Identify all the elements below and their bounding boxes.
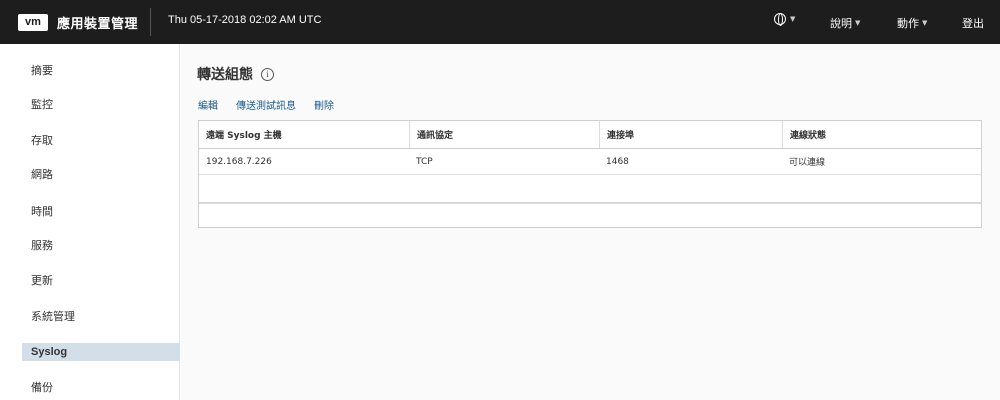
cell-remote-host: 192.168.7.226 [206,156,272,167]
chevron-down-icon: ▼ [790,15,796,23]
sidebar-item-update[interactable]: 更新 [22,272,180,290]
help-menu[interactable]: 說明 ▼ [830,15,860,31]
column-header-remote-host[interactable]: 遠端 Syslog 主機 [199,121,409,148]
column-header-protocol[interactable]: 通訊協定 [409,121,599,148]
help-menu-label: 說明 [830,17,852,30]
page-title-text: 轉送組態 [197,67,253,83]
chevron-down-icon: ▼ [922,19,928,27]
header-divider [150,8,151,36]
language-menu[interactable]: ▼ [774,13,796,26]
column-header-port[interactable]: 連接埠 [599,121,782,148]
cell-protocol: TCP [416,156,433,167]
sidebar-nav: 摘要 監控 存取 網路 時間 服務 更新 系統管理 Syslog 備份 [0,44,180,400]
table-row[interactable]: 192.168.7.226 TCP 1468 可以連線 [199,149,981,175]
cell-status: 可以連線 [789,158,826,168]
syslog-grid: 遠端 Syslog 主機 通訊協定 連接埠 連線狀態 192.168.7.226… [198,120,982,228]
grid-header: 遠端 Syslog 主機 通訊協定 連接埠 連線狀態 [199,121,981,149]
logout-link[interactable]: 登出 [962,15,984,31]
page-title: 轉送組態 i [197,64,274,84]
sidebar-item-services[interactable]: 服務 [22,237,180,255]
sidebar-item-syslog[interactable]: Syslog [22,343,180,361]
app-title: 應用裝置管理 [57,16,139,32]
header-datetime: Thu 05-17-2018 02:02 AM UTC [168,14,322,26]
actions-menu-label: 動作 [897,17,919,30]
sidebar-item-backup[interactable]: 備份 [22,379,180,397]
sidebar-item-monitor[interactable]: 監控 [22,96,180,114]
info-icon[interactable]: i [261,67,274,81]
top-header: vm 應用裝置管理 Thu 05-17-2018 02:02 AM UTC ▼ … [0,0,1000,44]
main-content: 轉送組態 i 編輯 傳送測試訊息 刪除 遠端 Syslog 主機 通訊協定 連接… [181,44,1000,400]
globe-icon [774,13,786,26]
actions-menu[interactable]: 動作 ▼ [897,15,927,31]
sidebar-item-network[interactable]: 網路 [22,166,180,184]
chevron-down-icon: ▼ [855,19,861,27]
edit-button[interactable]: 編輯 [198,97,218,112]
vmware-logo: vm [18,13,48,31]
cell-port: 1468 [606,156,629,167]
sidebar-item-summary[interactable]: 摘要 [22,62,180,80]
delete-button[interactable]: 刪除 [314,97,334,112]
grid-footer [199,203,981,229]
send-test-message-button[interactable]: 傳送測試訊息 [236,97,296,112]
action-toolbar: 編輯 傳送測試訊息 刪除 [198,97,352,112]
sidebar-item-access[interactable]: 存取 [22,132,180,150]
column-header-status[interactable]: 連線狀態 [782,121,981,148]
sidebar-item-administration[interactable]: 系統管理 [22,308,180,326]
sidebar-item-time[interactable]: 時間 [22,203,180,221]
